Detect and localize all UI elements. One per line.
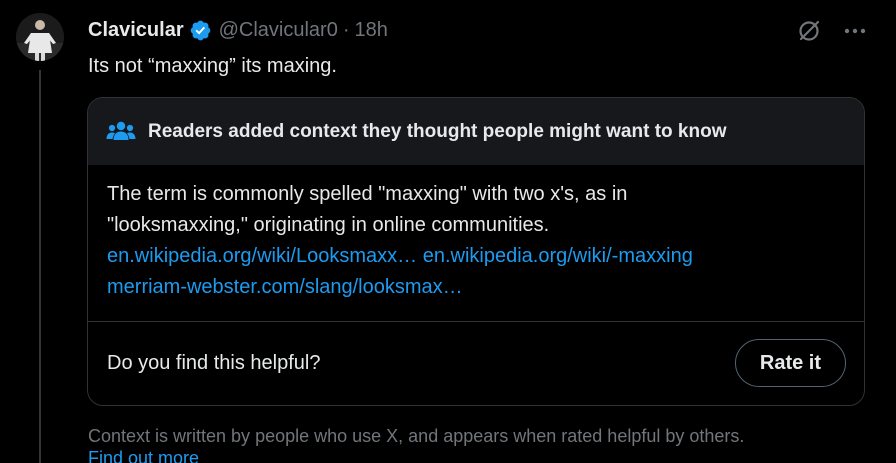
author-handle[interactable]: @Clavicular0 <box>219 17 338 43</box>
note-links: en.wikipedia.org/wiki/Looksmaxx… en.wiki… <box>107 241 845 303</box>
separator-dot: · <box>342 19 350 41</box>
note-source-link[interactable]: en.wikipedia.org/wiki/-maxxing <box>423 245 693 267</box>
avatar[interactable] <box>16 13 64 61</box>
note-divider <box>88 321 864 322</box>
helpful-row: Do you find this helpful? Rate it <box>107 338 846 388</box>
timestamp[interactable]: 18h <box>355 17 388 43</box>
verified-badge-icon <box>189 19 212 42</box>
people-icon <box>106 119 136 145</box>
note-body: The term is commonly spelled "maxxing" w… <box>88 165 864 303</box>
tweet-container: Clavicular @Clavicular0 · 18h Its not “m… <box>0 0 896 463</box>
thread-line <box>39 70 41 463</box>
note-source-link[interactable]: en.wikipedia.org/wiki/Looksmaxx… <box>107 245 417 267</box>
community-note-card: Readers added context they thought peopl… <box>87 97 865 406</box>
helpful-question: Do you find this helpful? <box>107 351 321 374</box>
tweet-header: Clavicular @Clavicular0 · 18h <box>88 17 388 43</box>
author-name[interactable]: Clavicular <box>88 17 184 43</box>
tweet-actions <box>796 18 866 44</box>
find-out-more-link[interactable]: Find out more <box>88 447 878 463</box>
note-footer: Context is written by people who use X, … <box>88 425 878 463</box>
note-source-link[interactable]: merriam-webster.com/slang/looksmax… <box>107 276 463 298</box>
tweet-text: Its not “maxxing” its maxing. <box>88 55 337 77</box>
note-header: Readers added context they thought peopl… <box>88 98 864 165</box>
avatar-image <box>16 13 64 61</box>
note-text-line: "looksmaxxing," originating in online co… <box>107 214 550 236</box>
footer-text: Context is written by people who use X, … <box>88 426 745 446</box>
note-text-line: The term is commonly spelled "maxxing" w… <box>107 183 628 205</box>
rate-it-button[interactable]: Rate it <box>734 339 846 387</box>
note-title: Readers added context they thought peopl… <box>148 120 727 142</box>
grok-icon[interactable] <box>796 18 822 44</box>
more-options-icon[interactable] <box>844 28 866 34</box>
